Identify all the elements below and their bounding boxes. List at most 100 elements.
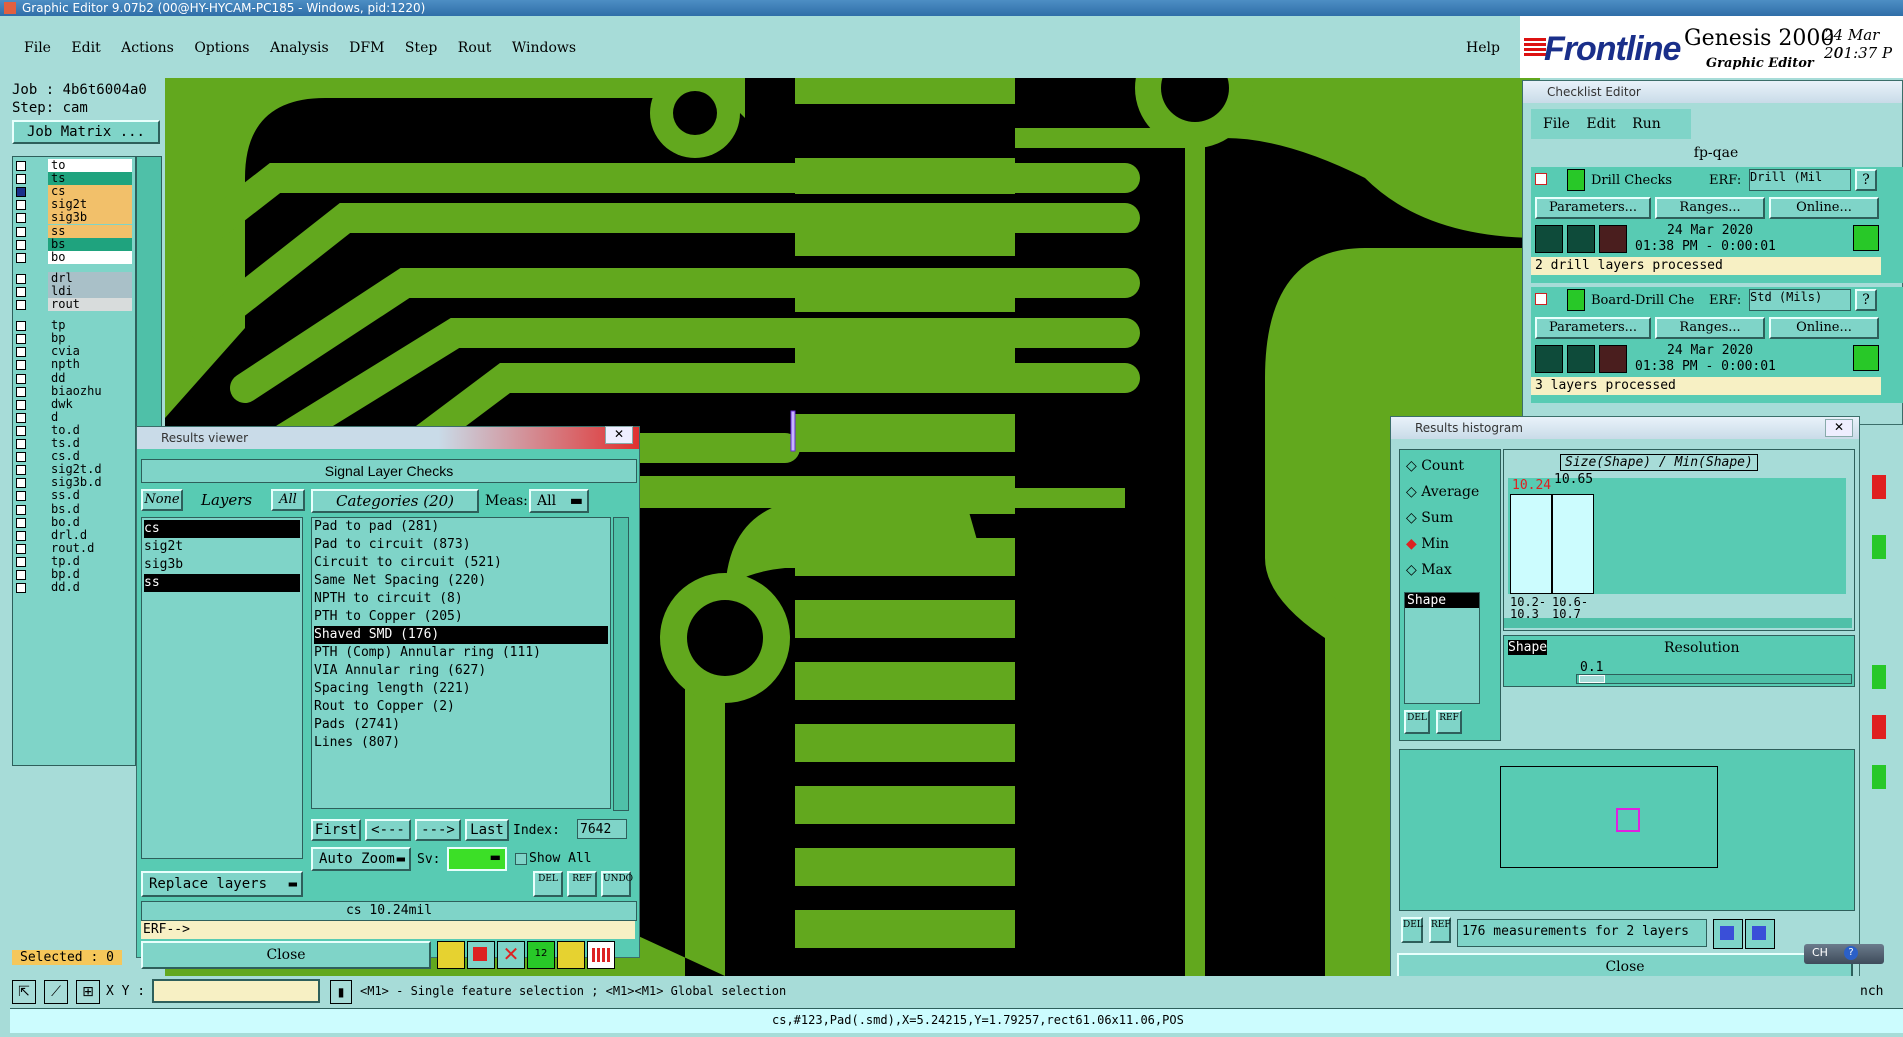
run-icon[interactable] <box>1599 225 1627 253</box>
menu-help[interactable]: Help <box>1466 40 1500 56</box>
pause-icon[interactable]: ▮ <box>330 980 352 1004</box>
grid-tool-icon[interactable]: ⊞ <box>76 980 100 1004</box>
online-button[interactable]: Online... <box>1769 317 1879 339</box>
hist-ref-button[interactable]: REF <box>1436 710 1462 734</box>
online-button[interactable]: Online... <box>1769 197 1879 219</box>
layer-checkbox[interactable] <box>16 373 26 384</box>
menu-analysis[interactable]: Analysis <box>270 40 329 56</box>
ranges-button[interactable]: Ranges... <box>1655 197 1765 219</box>
layer-row[interactable]: bo <box>12 250 132 266</box>
layer-checkbox[interactable] <box>16 504 26 515</box>
category-item[interactable]: Rout to Copper (2) <box>314 698 608 716</box>
layer-checkbox[interactable] <box>16 517 26 528</box>
layer-checkbox[interactable] <box>16 161 26 171</box>
run-icon[interactable] <box>1567 345 1595 373</box>
erf-value[interactable]: Drill (Mil <box>1749 169 1851 191</box>
layer-checkbox[interactable] <box>16 200 26 211</box>
histogram-icon[interactable] <box>587 941 615 969</box>
layer-list-item[interactable]: cs <box>144 520 300 538</box>
next-button[interactable]: ---> <box>415 819 461 841</box>
menu-rout[interactable]: Rout <box>458 40 492 56</box>
layer-checkbox[interactable] <box>16 556 26 567</box>
category-item[interactable]: VIA Annular ring (627) <box>314 662 608 680</box>
histogram-close-icon[interactable]: ✕ <box>1825 419 1853 437</box>
last-button[interactable]: Last <box>465 819 509 841</box>
menu-options[interactable]: Options <box>194 40 249 56</box>
checklist-menu-edit[interactable]: Edit <box>1586 116 1615 132</box>
cross-icon[interactable]: ✕ <box>497 941 525 969</box>
categories-button[interactable]: Categories (20) <box>311 489 479 513</box>
option-average[interactable]: ◇ Average <box>1406 484 1479 500</box>
category-item[interactable]: Same Net Spacing (220) <box>314 572 608 590</box>
category-item[interactable]: NPTH to circuit (8) <box>314 590 608 608</box>
layer-checkbox[interactable] <box>16 334 26 345</box>
layer-checkbox[interactable] <box>16 452 26 463</box>
prev-button[interactable]: <--- <box>365 819 411 841</box>
layer-checkbox[interactable] <box>16 543 26 554</box>
menu-dfm[interactable]: DFM <box>349 40 384 56</box>
sv-color-dropdown[interactable]: ▬ <box>447 847 507 871</box>
meas-dropdown[interactable]: All ▬ <box>529 489 589 513</box>
zoom-icon[interactable] <box>1853 345 1879 371</box>
layer-checkbox[interactable] <box>16 386 26 397</box>
run-icon[interactable] <box>1535 345 1563 373</box>
layer-checkbox[interactable] <box>16 252 26 263</box>
checklist-menu-run[interactable]: Run <box>1632 116 1661 132</box>
xy-input[interactable] <box>152 979 320 1003</box>
layer-checkbox[interactable] <box>16 174 26 185</box>
flag-icon[interactable] <box>437 941 465 969</box>
replace-layers-dropdown[interactable]: Replace layers ▬ <box>141 871 303 897</box>
index-input[interactable] <box>577 819 627 839</box>
category-item[interactable]: Spacing length (221) <box>314 680 608 698</box>
hist-ref-button-2[interactable]: REF <box>1429 917 1451 943</box>
layer-checkbox[interactable] <box>16 321 26 332</box>
category-scrollbar[interactable] <box>613 517 629 811</box>
layer-checkbox[interactable] <box>16 347 26 358</box>
print-icon[interactable] <box>1745 919 1775 949</box>
option-sum[interactable]: ◇ Sum <box>1406 510 1453 526</box>
layers-all-button[interactable]: All <box>271 489 305 511</box>
numbers-icon[interactable]: 12 <box>527 941 555 969</box>
layer-checkbox[interactable] <box>16 187 26 198</box>
layer-checkbox[interactable] <box>16 465 26 476</box>
hist-del-button-2[interactable]: DEL <box>1401 917 1423 943</box>
results-viewer-close-icon[interactable]: ✕ <box>605 426 633 444</box>
checklist-menu-file[interactable]: File <box>1543 116 1570 132</box>
category-item[interactable]: Circuit to circuit (521) <box>314 554 608 572</box>
category-item[interactable]: Shaved SMD (176) <box>314 626 608 644</box>
option-count[interactable]: ◇ Count <box>1406 458 1464 474</box>
undo-button[interactable]: UNDO <box>601 871 633 897</box>
first-button[interactable]: First <box>311 819 361 841</box>
ranges-button[interactable]: Ranges... <box>1655 317 1765 339</box>
option-max[interactable]: ◇ Max <box>1406 562 1452 578</box>
layer-list-item[interactable]: sig3b <box>144 556 300 574</box>
layer-checkbox[interactable] <box>16 399 26 410</box>
layer-list-item[interactable]: sig2t <box>144 538 300 556</box>
layer-checkbox[interactable] <box>16 583 26 594</box>
menu-file[interactable]: File <box>24 40 51 56</box>
category-item[interactable]: Pad to pad (281) <box>314 518 608 536</box>
hist-del-button[interactable]: DEL <box>1404 710 1430 734</box>
ime-help-icon[interactable]: ? <box>1844 946 1858 960</box>
option-min[interactable]: ◆ Min <box>1406 536 1449 552</box>
layer-checkbox[interactable] <box>16 300 26 310</box>
show-all-checkbox[interactable] <box>515 853 527 865</box>
layer-list-item[interactable]: ss <box>144 574 300 592</box>
auto-zoom-dropdown[interactable]: Auto Zoom ▬ <box>311 847 411 871</box>
job-matrix-button[interactable]: Job Matrix ... <box>12 120 160 144</box>
category-item[interactable]: Lines (807) <box>314 734 608 752</box>
parameters-button[interactable]: Parameters... <box>1535 317 1651 339</box>
ime-lang[interactable]: CH <box>1812 946 1828 959</box>
menu-step[interactable]: Step <box>405 40 437 56</box>
results-close-button[interactable]: Close <box>141 941 431 969</box>
check-enabled-checkbox[interactable] <box>1535 293 1547 305</box>
menu-actions[interactable]: Actions <box>121 40 174 56</box>
resolution-slider[interactable] <box>1576 674 1852 684</box>
histogram-bar[interactable] <box>1552 494 1594 594</box>
histogram-bar[interactable] <box>1510 494 1552 594</box>
run-icon[interactable] <box>1567 225 1595 253</box>
category-item[interactable]: Pads (2741) <box>314 716 608 734</box>
report-icon[interactable] <box>557 941 585 969</box>
layer-row[interactable]: dd.d <box>12 581 132 596</box>
help-button[interactable]: ? <box>1855 289 1877 311</box>
